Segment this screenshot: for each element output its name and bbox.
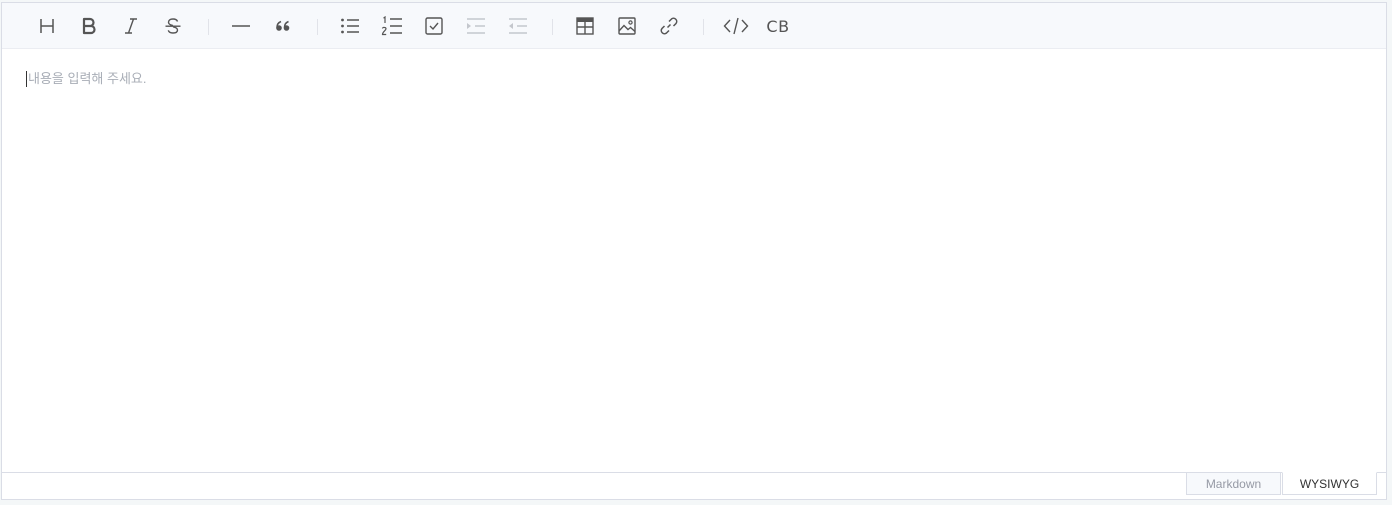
outdent-button[interactable] [502,10,534,42]
heading-button[interactable] [31,10,63,42]
code-block-button[interactable]: CB [762,10,794,42]
strike-button[interactable] [157,10,189,42]
editor-placeholder: 내용을 입력해 주세요. [26,71,1362,87]
text-caret [26,71,27,87]
task-list-button[interactable] [418,10,450,42]
markdown-tab[interactable]: Markdown [1186,472,1281,495]
image-icon [618,17,636,35]
toolbar-divider [552,19,553,35]
heading-icon [40,19,54,33]
link-icon [660,17,678,35]
ordered-list-icon [381,16,402,36]
editor-placeholder-text: 내용을 입력해 주세요. [28,71,147,86]
code-button[interactable] [720,10,752,42]
editor-mode-switch: Markdown WYSIWYG [2,472,1386,499]
horizontal-line-button[interactable] [225,10,257,42]
table-icon [576,17,594,35]
code-icon [723,17,749,35]
toolbar-divider [208,19,209,35]
indent-button[interactable] [460,10,492,42]
outdent-icon [509,18,527,34]
quote-icon [276,20,290,31]
bullet-list-icon [341,18,359,34]
task-list-icon [425,17,443,35]
toolbar-divider [317,19,318,35]
italic-button[interactable] [115,10,147,42]
image-button[interactable] [611,10,643,42]
bold-button[interactable] [73,10,105,42]
indent-icon [467,18,485,34]
bold-icon [82,17,96,35]
markdown-editor: CB 내용을 입력해 주세요. Markdown WYSIWYG [1,2,1387,500]
bullet-list-button[interactable] [334,10,366,42]
link-button[interactable] [653,10,685,42]
editor-toolbar: CB [2,3,1386,49]
code-block-icon: CB [766,16,790,36]
strike-icon [165,18,181,34]
editor-content-area[interactable]: 내용을 입력해 주세요. [2,49,1386,474]
wysiwyg-tab[interactable]: WYSIWYG [1282,472,1377,495]
toolbar-divider [703,19,704,35]
quote-button[interactable] [267,10,299,42]
horizontal-rule-icon [232,25,250,27]
italic-icon [125,18,137,34]
table-button[interactable] [569,10,601,42]
ordered-list-button[interactable] [376,10,408,42]
